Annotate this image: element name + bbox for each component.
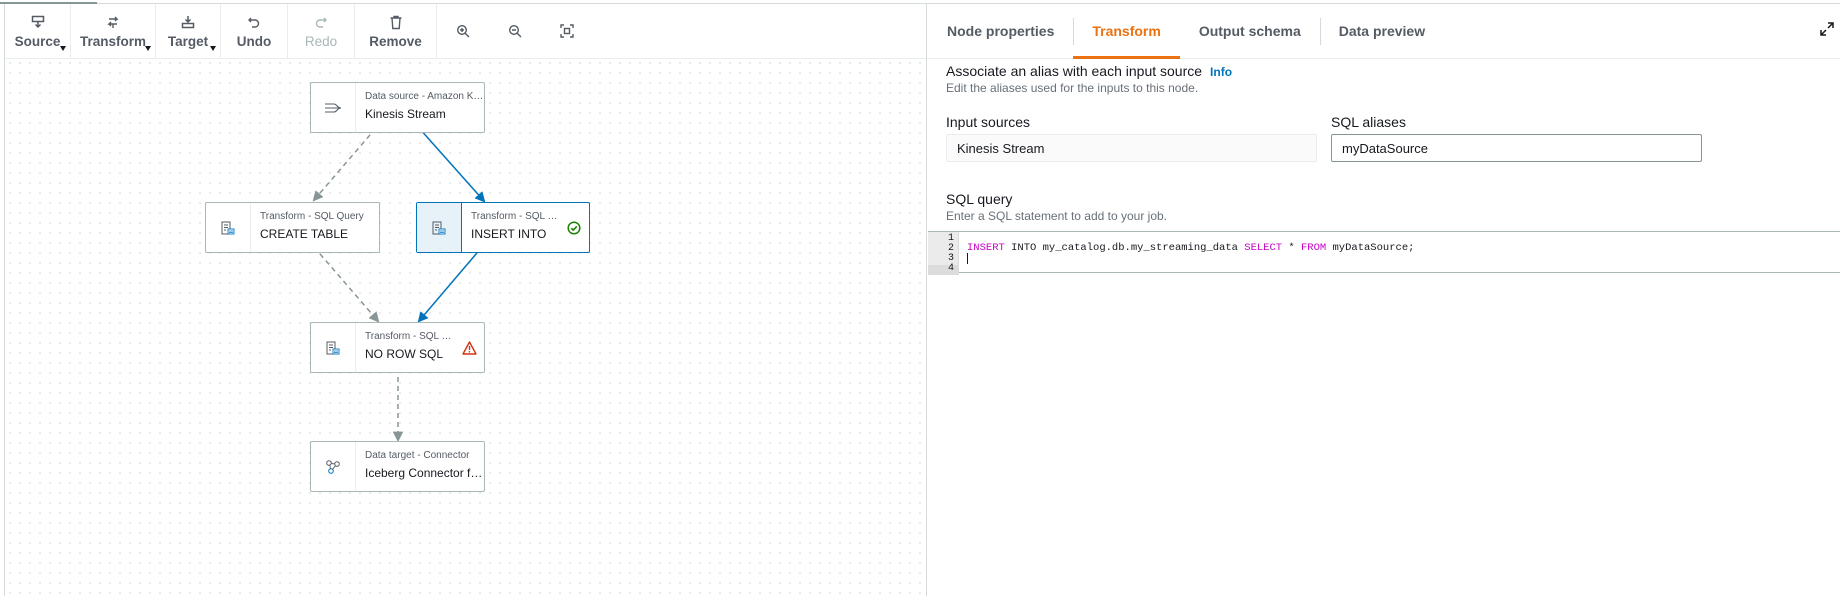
- editor-line-4: 4: [928, 263, 1840, 274]
- sql-code-editor[interactable]: 1 2 INSERT INTO my_catalog.db.my_streami…: [928, 231, 1840, 275]
- sql-query-description: Enter a SQL statement to add to your job…: [946, 209, 1168, 223]
- trash-icon: [387, 13, 405, 31]
- canvas-pane: Source Transform Target Undo Redo Remove…: [4, 4, 927, 596]
- transform-label: Transform: [79, 34, 147, 49]
- zoom-out-icon: [508, 24, 522, 38]
- tab-output-schema[interactable]: Output schema: [1180, 4, 1320, 58]
- remove-button[interactable]: Remove: [355, 4, 437, 58]
- zoom-in-button[interactable]: [437, 4, 489, 58]
- redo-label: Redo: [304, 34, 338, 49]
- node-kinesis-stream[interactable]: Data source - Amazon Kin... Kinesis Stre…: [310, 82, 485, 133]
- node-details-panel: Node properties Transform Output schema …: [928, 4, 1840, 596]
- node-name-label: NO ROW SQL: [365, 347, 444, 361]
- glue-studio-app: Source Transform Target Undo Redo Remove…: [0, 0, 1840, 596]
- alias-title-text: Associate an alias with each input sourc…: [946, 63, 1203, 79]
- node-type-label: Transform - SQL Query: [365, 331, 454, 342]
- alias-section-title: Associate an alias with each input sourc…: [946, 63, 1232, 79]
- node-name-label: Kinesis Stream: [365, 107, 446, 121]
- remove-label: Remove: [369, 34, 422, 49]
- source-button[interactable]: Source: [5, 4, 71, 58]
- node-name-label: INSERT INTO: [471, 227, 547, 241]
- transform-icon: [104, 13, 122, 31]
- target-button[interactable]: Target: [156, 4, 221, 58]
- node-type-label: Transform - SQL Query: [471, 211, 559, 222]
- target-icon: [179, 13, 197, 31]
- expand-icon: [1820, 22, 1834, 36]
- redo-button[interactable]: Redo: [288, 4, 355, 58]
- sql-query-icon: [311, 323, 356, 372]
- zoom-in-icon: [456, 24, 470, 38]
- node-name-label: Iceberg Connector fo...: [365, 466, 484, 480]
- transform-dropdown-caret: [145, 46, 151, 51]
- redo-icon: [312, 13, 330, 31]
- sql-query-icon: [206, 203, 251, 252]
- sql-aliases-label: SQL aliases: [1331, 114, 1406, 130]
- tab-transform[interactable]: Transform: [1073, 4, 1181, 59]
- warning-icon: [454, 323, 484, 372]
- sql-alias-input[interactable]: [1331, 134, 1702, 162]
- node-create-table[interactable]: Transform - SQL Query CREATE TABLE: [205, 202, 380, 253]
- target-label: Target: [167, 34, 209, 49]
- line-number: 4: [947, 263, 954, 274]
- input-sources-label: Input sources: [946, 114, 1031, 130]
- transform-button[interactable]: Transform: [71, 4, 156, 58]
- info-link[interactable]: Info: [1210, 65, 1232, 79]
- node-iceberg-connector[interactable]: Data target - Connector Iceberg Connecto…: [310, 441, 485, 492]
- sql-query-icon: [417, 203, 462, 252]
- undo-label: Undo: [236, 34, 272, 49]
- stream-icon: [311, 83, 356, 132]
- node-name-label: CREATE TABLE: [260, 227, 349, 241]
- node-type-label: Data source - Amazon Kin...: [365, 91, 484, 102]
- input-sources-field: [946, 134, 1317, 162]
- panel-tabs: Node properties Transform Output schema …: [928, 4, 1840, 59]
- zoom-out-button[interactable]: [489, 4, 541, 58]
- alias-description: Edit the aliases used for the inputs to …: [946, 81, 1199, 95]
- sql-query-title: SQL query: [946, 191, 1013, 207]
- node-no-row-sql[interactable]: Transform - SQL Query NO ROW SQL: [310, 322, 485, 373]
- fit-to-screen-button[interactable]: [541, 4, 593, 58]
- target-dropdown-caret: [210, 46, 216, 51]
- tab-node-properties[interactable]: Node properties: [928, 4, 1073, 58]
- source-icon: [29, 13, 47, 31]
- source-dropdown-caret: [60, 46, 66, 51]
- undo-icon: [245, 13, 263, 31]
- node-type-label: Transform - SQL Query: [260, 211, 364, 222]
- node-type-label: Data target - Connector: [365, 450, 470, 461]
- expand-panel-button[interactable]: [1820, 22, 1836, 38]
- canvas-toolbar: Source Transform Target Undo Redo Remove: [5, 4, 926, 59]
- connector-icon: [311, 442, 356, 491]
- success-check-icon: [559, 203, 589, 252]
- undo-button[interactable]: Undo: [221, 4, 288, 58]
- fit-to-screen-icon: [560, 24, 574, 38]
- source-label: Source: [14, 34, 61, 49]
- node-insert-into[interactable]: Transform - SQL Query INSERT INTO: [416, 202, 590, 253]
- tab-data-preview[interactable]: Data preview: [1319, 4, 1444, 58]
